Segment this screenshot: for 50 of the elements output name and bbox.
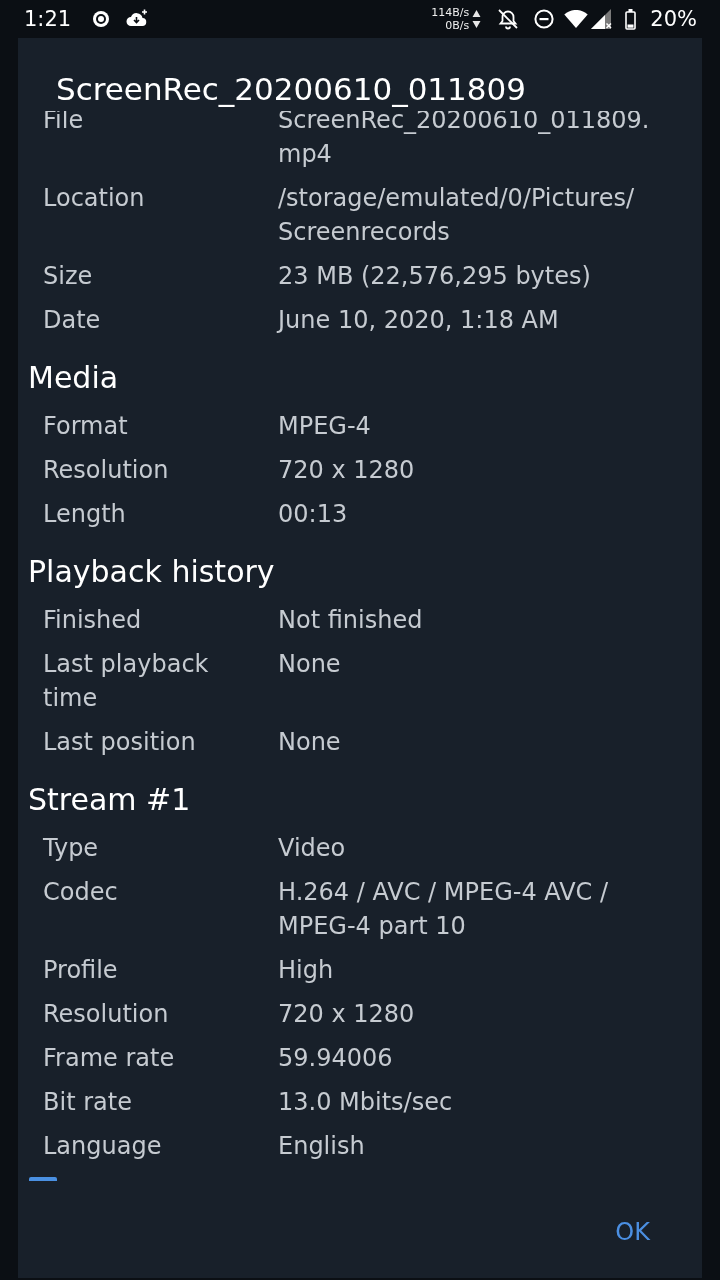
property-label: Frame rate	[43, 1043, 175, 1074]
property-label: Resolution	[43, 455, 169, 486]
download-speed: 0B/s	[445, 19, 470, 32]
property-label: Length	[43, 499, 126, 530]
property-value: Not finished	[278, 605, 423, 636]
property-label: Format	[43, 411, 128, 442]
property-label: Date	[43, 305, 101, 336]
property-label: Resolution	[43, 999, 169, 1030]
property-label: Type	[43, 833, 99, 864]
property-value: 13.0 Mbits/sec	[278, 1087, 453, 1118]
signal-icon	[591, 9, 613, 29]
property-label: Last playback time	[43, 649, 209, 714]
property-label: Size	[43, 261, 93, 292]
section-heading: Stream #1	[28, 781, 191, 819]
property-value: 720 x 1280	[278, 999, 415, 1030]
property-value: 720 x 1280	[278, 455, 415, 486]
property-value: English	[278, 1131, 365, 1162]
upload-speed: 114B/s	[431, 6, 470, 19]
property-value: None	[278, 727, 341, 758]
scroll-indicator	[29, 1177, 57, 1181]
property-value: None	[278, 649, 341, 680]
ok-button[interactable]: OK	[597, 1210, 668, 1254]
do-not-disturb-icon	[534, 9, 555, 29]
battery-percent: 20%	[650, 6, 697, 32]
section-heading: Playback history	[28, 553, 275, 591]
battery-icon	[625, 8, 637, 30]
property-value: 00:13	[278, 499, 348, 530]
up-down-arrows-icon	[472, 9, 482, 29]
property-value: High	[278, 955, 334, 986]
property-label: Finished	[43, 605, 142, 636]
property-label: Language	[43, 1131, 162, 1162]
property-value: /storage/emulated/0/Pictures/ Screenrecords	[278, 183, 635, 248]
property-value: 59.94006	[278, 1043, 393, 1074]
property-value: 23 MB (22,576,295 bytes)	[278, 261, 591, 292]
clock-time: 1:21	[24, 6, 72, 32]
cloud-download-icon	[126, 9, 149, 27]
property-value: MPEG-4	[278, 411, 371, 442]
property-label: Profile	[43, 955, 118, 986]
bell-off-icon	[497, 8, 520, 30]
property-value: June 10, 2020, 1:18 AM	[278, 305, 559, 336]
property-label: Location	[43, 183, 145, 214]
property-label: Last position	[43, 727, 196, 758]
wifi-icon	[564, 10, 589, 28]
property-value: Video	[278, 833, 346, 864]
property-label: Bit rate	[43, 1087, 132, 1118]
section-heading: Media	[28, 359, 119, 397]
property-label: Codec	[43, 877, 118, 908]
record-icon	[93, 11, 110, 27]
property-value: H.264 / AVC / MPEG-4 AVC / MPEG-4 part 10	[278, 877, 609, 942]
dialog-title: ScreenRec_20200610_011809	[56, 70, 526, 109]
